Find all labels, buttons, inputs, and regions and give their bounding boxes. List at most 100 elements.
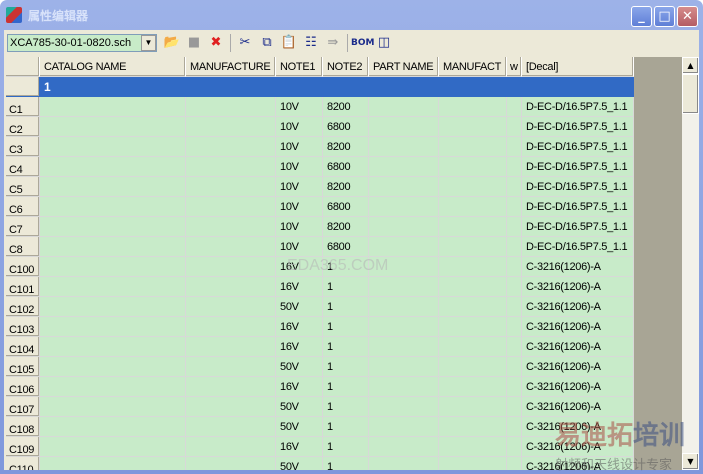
table-cell[interactable] (40, 137, 186, 157)
row-header[interactable]: C104 (6, 337, 40, 357)
table-cell[interactable]: 16V (276, 317, 323, 337)
table-cell[interactable] (507, 277, 522, 297)
row-header[interactable]: C100 (6, 257, 40, 277)
table-cell[interactable]: 8200 (323, 137, 369, 157)
table-cell[interactable] (507, 257, 522, 277)
table-cell[interactable]: 10V (276, 237, 323, 257)
table-cell[interactable] (507, 357, 522, 377)
table-cell[interactable] (507, 457, 522, 470)
row-header[interactable]: C2 (6, 117, 40, 137)
bom-icon[interactable]: BOM (351, 33, 374, 53)
column-header[interactable]: w (507, 57, 522, 77)
table-cell[interactable] (439, 377, 507, 397)
table-row[interactable]: C4 10V 6800 D-EC-D/16.5P7.5_1.1 (6, 157, 634, 177)
table-cell[interactable] (186, 457, 276, 470)
row-header[interactable] (6, 77, 40, 97)
maximize-button[interactable]: □ (654, 6, 675, 27)
table-cell[interactable] (186, 377, 276, 397)
table-cell[interactable] (507, 317, 522, 337)
table-row[interactable]: C109 16V 1 C-3216(1206)-A (6, 437, 634, 457)
table-row[interactable]: C3 10V 8200 D-EC-D/16.5P7.5_1.1 (6, 137, 634, 157)
table-cell[interactable] (507, 157, 522, 177)
row-header[interactable]: C105 (6, 357, 40, 377)
table-cell[interactable] (369, 437, 439, 457)
table-row[interactable]: C107 50V 1 C-3216(1206)-A (6, 397, 634, 417)
table-cell[interactable]: 8200 (323, 217, 369, 237)
table-cell[interactable] (507, 437, 522, 457)
table-cell[interactable] (186, 177, 276, 197)
table-row[interactable]: C5 10V 8200 D-EC-D/16.5P7.5_1.1 (6, 177, 634, 197)
table-cell[interactable]: 8200 (323, 97, 369, 117)
column-header[interactable]: NOTE2 (323, 57, 369, 77)
table-cell[interactable]: C-3216(1206)-A (522, 357, 634, 377)
table-cell[interactable] (507, 137, 522, 157)
table-cell[interactable] (507, 117, 522, 137)
row-header[interactable]: C5 (6, 177, 40, 197)
table-cell[interactable]: 6800 (323, 117, 369, 137)
table-cell[interactable] (40, 357, 186, 377)
row-header[interactable]: C7 (6, 217, 40, 237)
row-header[interactable]: C106 (6, 377, 40, 397)
table-cell[interactable]: 1 (323, 397, 369, 417)
table-cell[interactable] (369, 137, 439, 157)
table-cell[interactable] (40, 257, 186, 277)
table-cell[interactable] (507, 377, 522, 397)
table-cell[interactable] (369, 237, 439, 257)
column-header[interactable]: MANUFACT (439, 57, 507, 77)
table-row[interactable]: C103 16V 1 C-3216(1206)-A (6, 317, 634, 337)
table-cell[interactable] (40, 317, 186, 337)
table-cell[interactable] (186, 297, 276, 317)
table-cell[interactable] (369, 177, 439, 197)
table-cell[interactable]: C-3216(1206)-A (522, 297, 634, 317)
table-cell[interactable] (40, 417, 186, 437)
row-header[interactable]: C3 (6, 137, 40, 157)
row-header[interactable]: C103 (6, 317, 40, 337)
row-header[interactable]: C1 (6, 97, 40, 117)
title-bar[interactable]: 属性编辑器 (0, 0, 703, 30)
table-cell[interactable] (439, 437, 507, 457)
table-cell[interactable] (439, 337, 507, 357)
table-cell[interactable] (40, 437, 186, 457)
table-cell[interactable]: C-3216(1206)-A (522, 397, 634, 417)
table-cell[interactable] (369, 417, 439, 437)
table-cell[interactable] (186, 237, 276, 257)
table-cell[interactable] (40, 117, 186, 137)
row-header[interactable]: C110 (6, 457, 40, 470)
table-cell[interactable] (186, 397, 276, 417)
table-cell[interactable]: 50V (276, 457, 323, 470)
table-cell[interactable]: 6800 (323, 157, 369, 177)
table-cell[interactable] (186, 117, 276, 137)
table-cell[interactable] (186, 137, 276, 157)
row-header[interactable]: C6 (6, 197, 40, 217)
table-cell[interactable]: 1 (323, 437, 369, 457)
column-header[interactable]: [Decal] (522, 57, 634, 77)
table-cell[interactable]: D-EC-D/16.5P7.5_1.1 (522, 137, 634, 157)
table-cell[interactable] (439, 157, 507, 177)
table-cell[interactable] (369, 157, 439, 177)
table-row[interactable]: C104 16V 1 C-3216(1206)-A (6, 337, 634, 357)
table-cell[interactable]: 1 (323, 377, 369, 397)
table-row[interactable]: C8 10V 6800 D-EC-D/16.5P7.5_1.1 (6, 237, 634, 257)
table-cell[interactable]: D-EC-D/16.5P7.5_1.1 (522, 197, 634, 217)
table-cell[interactable] (369, 217, 439, 237)
table-cell[interactable] (369, 357, 439, 377)
table-cell[interactable]: 1 (323, 417, 369, 437)
table-cell[interactable] (507, 237, 522, 257)
table-cell[interactable]: 50V (276, 357, 323, 377)
table-cell[interactable]: 50V (276, 397, 323, 417)
table-cell[interactable]: 16V (276, 277, 323, 297)
table-cell[interactable] (40, 217, 186, 237)
table-row[interactable]: C110 50V 1 C-3216(1206)-A (6, 457, 634, 470)
table-cell[interactable] (439, 177, 507, 197)
paste-icon[interactable]: 📋 (278, 33, 300, 53)
table-cell[interactable]: C-3216(1206)-A (522, 317, 634, 337)
table-cell[interactable]: 1 (323, 277, 369, 297)
table-cell[interactable]: 16V (276, 437, 323, 457)
delete-icon[interactable]: ✖ (205, 33, 227, 53)
table-cell[interactable]: 16V (276, 377, 323, 397)
columns-icon[interactable]: ◫ (373, 33, 395, 53)
chevron-down-icon[interactable]: ▼ (141, 35, 156, 51)
table-cell[interactable]: 1 (323, 457, 369, 470)
table-cell[interactable] (369, 377, 439, 397)
table-cell[interactable] (40, 337, 186, 357)
